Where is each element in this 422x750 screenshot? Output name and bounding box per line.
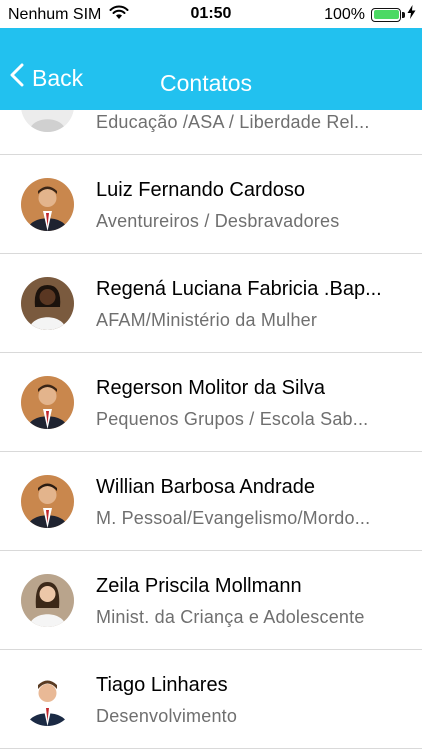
- contact-name: Luiz Fernando Cardoso: [96, 179, 306, 201]
- contact-name: Zeila Priscila Mollmann: [96, 575, 302, 597]
- contact-name: Willian Barbosa Andrade: [96, 476, 316, 498]
- back-button[interactable]: Back: [10, 58, 83, 98]
- contact-row[interactable]: Willian Barbosa Andrade M. Pessoal/Evang…: [0, 452, 422, 551]
- avatar: [21, 376, 74, 429]
- contact-row[interactable]: Regená Luciana Fabricia .Bap... AFAM/Min…: [0, 254, 422, 353]
- contact-role: Minist. da Criança e Adolescente: [96, 607, 365, 627]
- contact-role: Desenvolvimento: [96, 706, 238, 726]
- contact-role: Educação /ASA / Liberdade Rel...: [96, 112, 370, 132]
- contact-row[interactable]: Zeila Priscila Mollmann Minist. da Crian…: [0, 551, 422, 650]
- page-title: Contatos: [160, 70, 253, 96]
- avatar: [21, 475, 74, 528]
- contact-row[interactable]: Tiago Linhares Desenvolvimento: [0, 650, 422, 749]
- contacts-list[interactable]: Educação /ASA / Liberdade Rel... Luiz Fe…: [0, 110, 422, 750]
- back-label: Back: [32, 64, 84, 91]
- status-bar: Nenhum SIM 01:50 100%: [0, 0, 422, 28]
- chevron-left-icon: [10, 63, 24, 93]
- contact-row[interactable]: Educação /ASA / Liberdade Rel...: [0, 110, 422, 155]
- contact-row[interactable]: Luiz Fernando Cardoso Aventureiros / Des…: [0, 155, 422, 254]
- avatar: [21, 574, 74, 627]
- contact-name: Regená Luciana Fabricia .Bap...: [96, 278, 382, 300]
- contact-name: Regerson Molitor da Silva: [96, 377, 325, 399]
- avatar: [21, 110, 74, 132]
- charging-bolt-icon: [407, 5, 416, 24]
- avatar: [21, 277, 74, 330]
- contact-role: AFAM/Ministério da Mulher: [96, 310, 318, 330]
- avatar: [21, 178, 74, 231]
- contact-row[interactable]: Regerson Molitor da Silva Pequenos Grupo…: [0, 353, 422, 452]
- battery-percent: 100%: [324, 5, 365, 23]
- contact-role: Aventureiros / Desbravadores: [96, 211, 340, 231]
- contact-name: Tiago Linhares: [96, 674, 228, 696]
- contact-role: M. Pessoal/Evangelismo/Mordo...: [96, 508, 371, 528]
- status-right: 100%: [324, 5, 416, 24]
- battery-icon: [371, 7, 405, 22]
- avatar: [21, 673, 74, 726]
- contact-role: Pequenos Grupos / Escola Sab...: [96, 409, 369, 429]
- navigation-bar: Back Contatos: [0, 28, 422, 110]
